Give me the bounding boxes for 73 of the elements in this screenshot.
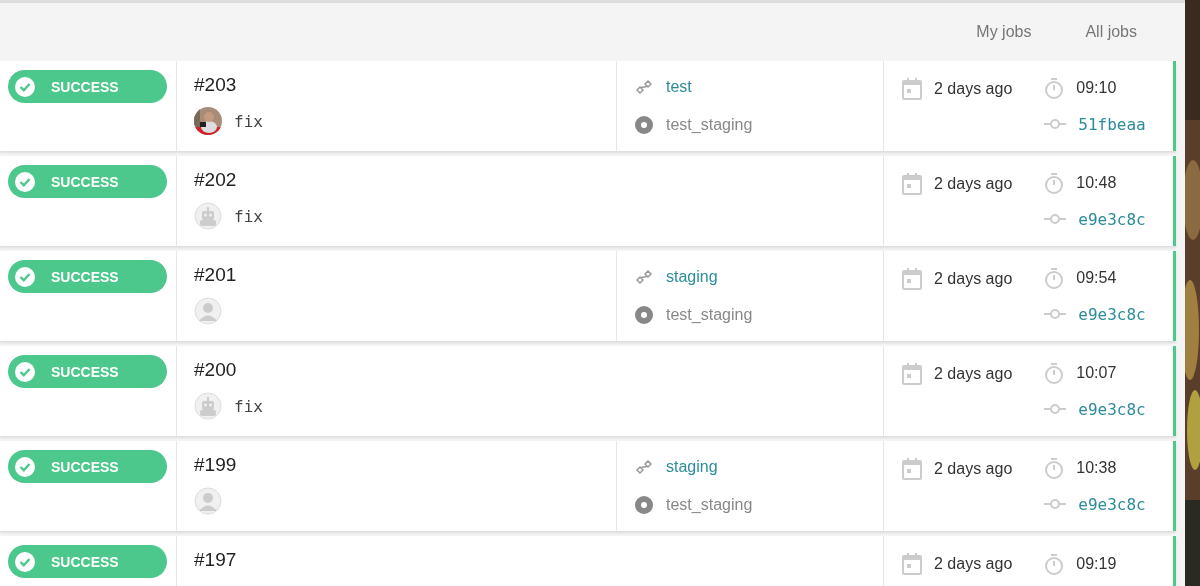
commit-message: fix	[234, 111, 263, 131]
commit-link[interactable]: 51fbeaa	[1078, 114, 1146, 134]
job-date: 2 days ago	[934, 555, 1013, 573]
filter-tab[interactable]: My jobs	[976, 23, 1032, 41]
commit-link[interactable]: e9e3c8c	[1078, 494, 1146, 514]
job-duration: 10:48	[1076, 174, 1117, 192]
robot-avatar-icon	[194, 392, 222, 420]
target-icon	[634, 495, 654, 515]
commit-icon	[1044, 403, 1067, 415]
commit-link[interactable]: e9e3c8c	[1078, 304, 1146, 324]
check-icon	[15, 266, 35, 287]
commit-message: fix	[234, 206, 263, 226]
pipeline-link[interactable]: test	[666, 78, 692, 96]
user-avatar-icon	[194, 487, 222, 515]
job-date: 2 days ago	[934, 80, 1013, 98]
link-icon	[634, 457, 654, 477]
stopwatch-icon	[1044, 77, 1065, 99]
calendar-icon	[902, 78, 922, 100]
job-date: 2 days ago	[934, 365, 1013, 383]
job-duration: 10:07	[1076, 364, 1117, 382]
user-avatar-icon	[194, 297, 222, 325]
pipeline-link[interactable]: staging	[666, 458, 718, 476]
job-date: 2 days ago	[934, 460, 1013, 478]
commit-icon	[1044, 213, 1067, 225]
check-icon	[15, 361, 35, 382]
filter-tab[interactable]: All jobs	[1085, 23, 1137, 41]
check-icon	[15, 76, 35, 97]
environment-name: test_staging	[666, 496, 753, 514]
job-date: 2 days ago	[934, 175, 1013, 193]
status-badge[interactable]: SUCCESS	[8, 260, 167, 293]
status-badge[interactable]: SUCCESS	[8, 355, 167, 388]
job-number[interactable]: #202	[194, 169, 599, 191]
target-icon	[634, 115, 654, 135]
calendar-icon	[902, 553, 922, 575]
calendar-icon	[902, 363, 922, 385]
status-badge[interactable]: SUCCESS	[8, 70, 167, 103]
stopwatch-icon	[1044, 362, 1065, 384]
commit-message: fix	[234, 396, 263, 416]
target-icon	[634, 305, 654, 325]
stopwatch-icon	[1044, 267, 1065, 289]
environment-name: test_staging	[666, 116, 753, 134]
stopwatch-icon	[1044, 553, 1065, 575]
job-date: 2 days ago	[934, 270, 1013, 288]
job-number[interactable]: #200	[194, 359, 599, 381]
job-duration: 10:38	[1076, 459, 1117, 477]
job-number[interactable]: #203	[194, 74, 599, 96]
job-number[interactable]: #199	[194, 454, 599, 476]
stopwatch-icon	[1044, 172, 1065, 194]
link-icon	[634, 267, 654, 287]
job-duration: 09:10	[1076, 79, 1117, 97]
job-duration: 09:19	[1076, 555, 1117, 573]
stopwatch-icon	[1044, 457, 1065, 479]
check-icon	[15, 551, 35, 572]
check-icon	[15, 171, 35, 192]
calendar-icon	[902, 458, 922, 480]
calendar-icon	[902, 268, 922, 290]
job-number[interactable]: #197	[194, 549, 599, 571]
pipeline-link[interactable]: staging	[666, 268, 718, 286]
commit-link[interactable]: e9e3c8c	[1078, 209, 1146, 229]
commit-icon	[1044, 118, 1067, 130]
status-badge[interactable]: SUCCESS	[8, 450, 167, 483]
robot-avatar-icon	[194, 202, 222, 230]
commit-icon	[1044, 308, 1067, 320]
commit-icon	[1044, 498, 1067, 510]
check-icon	[15, 456, 35, 477]
calendar-icon	[902, 173, 922, 195]
job-number[interactable]: #201	[194, 264, 599, 286]
link-icon	[634, 77, 654, 97]
status-badge[interactable]: SUCCESS	[8, 545, 167, 578]
status-badge[interactable]: SUCCESS	[8, 165, 167, 198]
environment-name: test_staging	[666, 306, 753, 324]
job-duration: 09:54	[1076, 269, 1117, 287]
commit-link[interactable]: e9e3c8c	[1078, 399, 1146, 419]
